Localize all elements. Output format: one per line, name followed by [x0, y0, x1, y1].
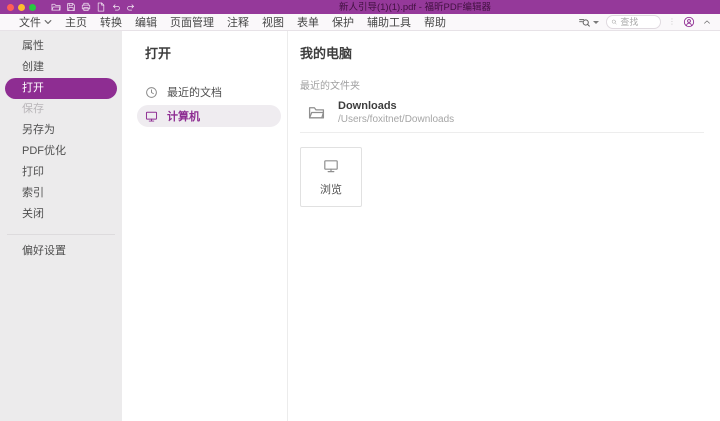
caret-down-icon [593, 21, 599, 24]
menu-item-form[interactable]: 表单 [297, 14, 319, 30]
browse-button[interactable]: 浏览 [300, 147, 362, 207]
chevron-down-icon [44, 18, 52, 26]
sidebar-item-properties[interactable]: 属性 [0, 36, 122, 57]
sidebar-item-preferences[interactable]: 偏好设置 [0, 241, 122, 262]
open-panel-title: 打开 [145, 43, 281, 62]
open-location-list: 最近的文档 计算机 [137, 81, 281, 127]
menu-item-convert[interactable]: 转换 [100, 14, 122, 30]
open-panel: 打开 最近的文档 计算机 [122, 31, 288, 421]
menu-item-accessibility[interactable]: 辅助工具 [367, 14, 411, 30]
search-icon [611, 18, 617, 26]
search-box[interactable] [606, 15, 661, 29]
print-icon[interactable] [81, 2, 91, 12]
minimize-window-button[interactable] [18, 4, 25, 11]
save-icon[interactable] [66, 2, 76, 12]
folder-icon [308, 104, 325, 121]
window-title: 新人引导(1)(1).pdf - 福昕PDF编辑器 [110, 0, 720, 14]
chevron-up-icon [702, 17, 712, 27]
my-computer-panel: 我的电脑 最近的文件夹 Downloads /Users/foxitnet/Do… [288, 31, 720, 421]
sidebar-item-print[interactable]: 打印 [0, 162, 122, 183]
titlebar: 新人引导(1)(1).pdf - 福昕PDF编辑器 [0, 0, 720, 14]
menu-item-file[interactable]: 文件 [19, 14, 52, 30]
menu-item-file-label: 文件 [19, 14, 41, 30]
computer-icon [145, 110, 158, 123]
toolbar-separator: ⋮ [668, 18, 676, 26]
search-input[interactable] [620, 17, 656, 27]
recent-folder-downloads[interactable]: Downloads /Users/foxitnet/Downloads [300, 98, 704, 133]
close-window-button[interactable] [7, 4, 14, 11]
folder-name: Downloads [338, 100, 454, 112]
backstage-view: 属性 创建 打开 保存 另存为 PDF优化 打印 索引 关闭 偏好设置 打开 最… [0, 31, 720, 421]
menu-item-comment[interactable]: 注释 [227, 14, 249, 30]
sidebar-item-save-as[interactable]: 另存为 [0, 120, 122, 141]
new-document-icon[interactable] [96, 2, 106, 12]
open-item-label: 计算机 [167, 108, 200, 124]
menubar: 文件 主页 转换 编辑 页面管理 注释 视图 表单 保护 辅助工具 帮助 ⋮ [0, 14, 720, 31]
menu-item-edit[interactable]: 编辑 [135, 14, 157, 30]
menubar-right: ⋮ [578, 15, 712, 29]
monitor-icon [323, 158, 339, 174]
folder-info: Downloads /Users/foxitnet/Downloads [338, 100, 454, 125]
folder-path: /Users/foxitnet/Downloads [338, 114, 454, 125]
sidebar-item-close[interactable]: 关闭 [0, 204, 122, 225]
sidebar-item-save: 保存 [0, 99, 122, 120]
file-menu-sidebar: 属性 创建 打开 保存 另存为 PDF优化 打印 索引 关闭 偏好设置 [0, 31, 122, 421]
browse-label: 浏览 [320, 181, 342, 197]
sidebar-item-pdf-optimize[interactable]: PDF优化 [0, 141, 122, 162]
zoom-window-button[interactable] [29, 4, 36, 11]
open-item-computer[interactable]: 计算机 [137, 105, 281, 127]
sidebar-item-index[interactable]: 索引 [0, 183, 122, 204]
account-button[interactable] [683, 16, 695, 28]
avatar-icon [683, 16, 695, 28]
menu-item-view[interactable]: 视图 [262, 14, 284, 30]
sidebar-divider [7, 234, 115, 235]
menu-item-page-management[interactable]: 页面管理 [170, 14, 214, 30]
menu-item-protect[interactable]: 保护 [332, 14, 354, 30]
open-folder-icon[interactable] [51, 2, 61, 12]
collapse-toolbar-button[interactable] [702, 17, 712, 27]
traffic-lights [7, 4, 36, 11]
open-item-recent-documents[interactable]: 最近的文档 [137, 81, 281, 103]
app-window: 新人引导(1)(1).pdf - 福昕PDF编辑器 文件 主页 转换 编辑 页面… [0, 0, 720, 421]
open-item-label: 最近的文档 [167, 84, 222, 100]
recent-folders-label: 最近的文件夹 [300, 77, 704, 92]
clock-icon [145, 86, 158, 99]
find-replace-icon [578, 16, 591, 29]
menu-item-help[interactable]: 帮助 [424, 14, 446, 30]
sidebar-item-create[interactable]: 创建 [0, 57, 122, 78]
find-replace-button[interactable] [578, 16, 599, 29]
sidebar-item-open[interactable]: 打开 [5, 78, 117, 99]
page-title: 我的电脑 [300, 43, 704, 62]
menu-item-home[interactable]: 主页 [65, 14, 87, 30]
